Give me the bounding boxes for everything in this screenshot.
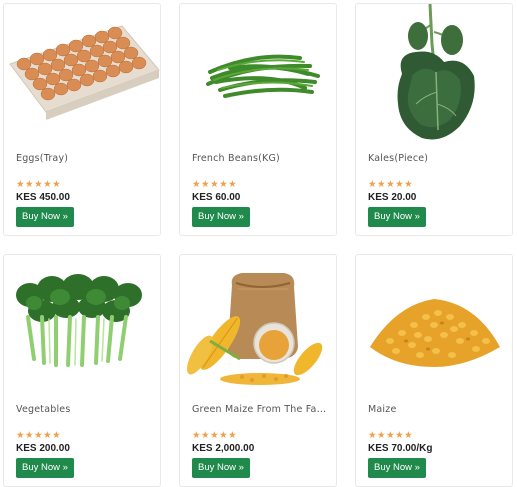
star-icon: ★ [228,430,237,441]
product-name[interactable]: Kales(Piece) [368,153,504,164]
star-icon: ★ [192,430,201,441]
product-name[interactable]: Maize [368,404,504,415]
star-icon: ★ [52,179,61,190]
star-icon: ★ [386,179,395,190]
rating-stars: ★★★★★ [192,423,237,441]
star-icon: ★ [25,179,34,190]
rating-stars: ★★★★★ [16,423,61,441]
product-card-green-maize[interactable]: Green Maize From The Far... ★★★★★ KES 2,… [179,254,337,487]
star-icon: ★ [368,430,377,441]
product-card-maize[interactable]: Maize ★★★★★ KES 70.00/Kg Buy Now » [355,254,513,487]
star-icon: ★ [386,430,395,441]
product-image-maize[interactable] [356,255,512,395]
star-icon: ★ [201,430,210,441]
product-price: KES 60.00 [192,192,241,203]
star-icon: ★ [404,179,413,190]
star-icon: ★ [43,430,52,441]
star-icon: ★ [395,179,404,190]
buy-now-button[interactable]: Buy Now » [192,207,250,227]
product-image-eggs[interactable] [4,4,160,144]
product-image-french-beans[interactable] [180,4,336,144]
star-icon: ★ [210,430,219,441]
rating-stars: ★★★★★ [192,172,237,190]
buy-now-button[interactable]: Buy Now » [192,458,250,478]
star-icon: ★ [219,430,228,441]
product-price: KES 2,000.00 [192,443,255,454]
buy-now-button[interactable]: Buy Now » [368,458,426,478]
star-icon: ★ [210,179,219,190]
product-price: KES 70.00/Kg [368,443,433,454]
rating-stars: ★★★★★ [368,172,413,190]
product-card-vegetables[interactable]: Vegetables ★★★★★ KES 200.00 Buy Now » [3,254,161,487]
product-card-eggs[interactable]: Eggs(Tray) ★★★★★ KES 450.00 Buy Now » [3,3,161,236]
product-price: KES 200.00 [16,443,70,454]
star-icon: ★ [43,179,52,190]
star-icon: ★ [219,179,228,190]
product-name[interactable]: Vegetables [16,404,152,415]
product-grid: Eggs(Tray) ★★★★★ KES 450.00 Buy Now » Fr… [0,0,517,487]
product-card-french-beans[interactable]: French Beans(KG) ★★★★★ KES 60.00 Buy Now… [179,3,337,236]
product-price: KES 450.00 [16,192,70,203]
product-price: KES 20.00 [368,192,417,203]
star-icon: ★ [34,179,43,190]
rating-stars: ★★★★★ [368,423,413,441]
product-image-kales[interactable] [356,4,512,144]
product-name[interactable]: Green Maize From The Far... [192,404,328,415]
product-name[interactable]: French Beans(KG) [192,153,328,164]
star-icon: ★ [52,430,61,441]
buy-now-button[interactable]: Buy Now » [16,458,74,478]
star-icon: ★ [16,179,25,190]
buy-now-button[interactable]: Buy Now » [16,207,74,227]
buy-now-button[interactable]: Buy Now » [368,207,426,227]
star-icon: ★ [16,430,25,441]
product-image-green-maize[interactable] [180,255,336,395]
star-icon: ★ [395,430,404,441]
product-card-kales[interactable]: Kales(Piece) ★★★★★ KES 20.00 Buy Now » [355,3,513,236]
star-icon: ★ [404,430,413,441]
product-name[interactable]: Eggs(Tray) [16,153,152,164]
star-icon: ★ [201,179,210,190]
product-image-vegetables[interactable] [4,255,160,395]
star-icon: ★ [34,430,43,441]
star-icon: ★ [228,179,237,190]
star-icon: ★ [368,179,377,190]
star-icon: ★ [377,430,386,441]
star-icon: ★ [25,430,34,441]
star-icon: ★ [377,179,386,190]
star-icon: ★ [192,179,201,190]
rating-stars: ★★★★★ [16,172,61,190]
